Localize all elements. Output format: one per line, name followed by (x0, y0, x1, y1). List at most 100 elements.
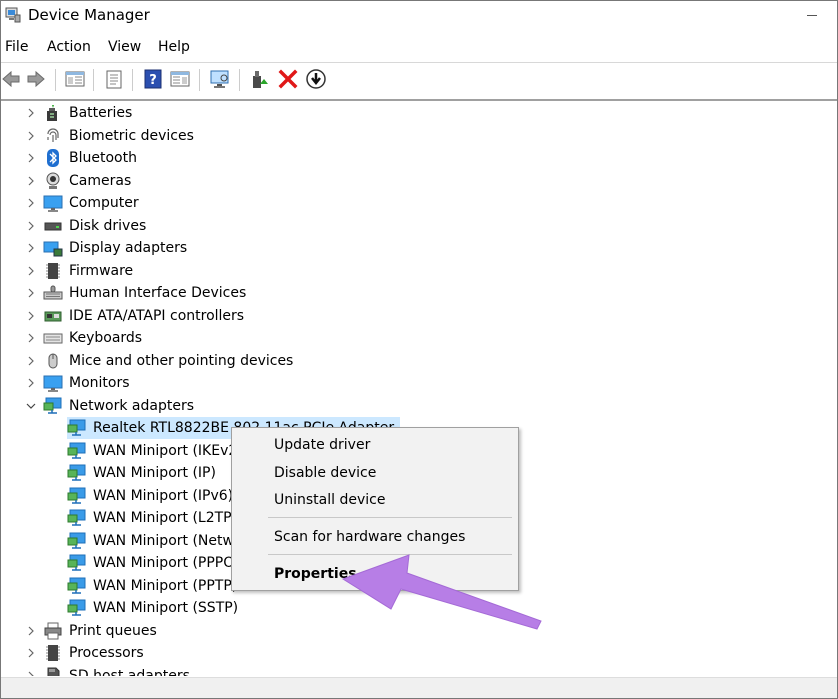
uninstall-icon[interactable] (277, 68, 299, 90)
chevron-right-icon[interactable] (25, 102, 37, 124)
chip-icon (43, 643, 63, 663)
toolbar-separator (55, 69, 56, 91)
toolbar-divider (1, 99, 837, 101)
tree-category-keyboards[interactable]: Keyboards (25, 327, 142, 349)
tree-item-label: WAN Miniport (SSTP) (93, 600, 239, 616)
tree-device-wan-miniport-ip[interactable]: WAN Miniport (IP) (67, 462, 216, 484)
horizontal-scrollbar[interactable] (1, 677, 837, 698)
window-title: Device Manager (28, 6, 150, 24)
context-update-driver[interactable]: Update driver (274, 437, 370, 453)
tree-category-print-queues[interactable]: Print queues (25, 620, 157, 642)
tree-device-wan-miniport-ikev2[interactable]: WAN Miniport (IKEv2) (67, 440, 243, 462)
tree-item-label: Batteries (69, 105, 133, 121)
network-icon (67, 508, 87, 528)
tree-device-wan-miniport-sstp[interactable]: WAN Miniport (SSTP) (67, 597, 238, 619)
chevron-right-icon[interactable] (25, 237, 37, 259)
tree-item-label: Computer (69, 195, 139, 211)
context-scan-hardware[interactable]: Scan for hardware changes (274, 529, 465, 545)
tree-category-computer[interactable]: Computer (25, 192, 139, 214)
network-icon (67, 486, 87, 506)
chevron-right-icon[interactable] (25, 372, 37, 394)
context-disable-device[interactable]: Disable device (274, 465, 376, 481)
chevron-right-icon[interactable] (25, 260, 37, 282)
help-icon[interactable]: ? (142, 68, 164, 90)
tree-item-label: WAN Miniport (PPTP) (93, 577, 238, 594)
svg-text:?: ? (149, 73, 157, 88)
network-icon (67, 531, 87, 551)
tree-item-label: WAN Miniport (IP) (93, 465, 216, 481)
toolbar-separator (239, 69, 240, 91)
tree-device-wan-miniport-ipv6[interactable]: WAN Miniport (IPv6) (67, 485, 233, 507)
tree-item-label: Mice and other pointing devices (69, 352, 294, 369)
menu-bar: File Action View Help (1, 37, 837, 61)
sd-icon (43, 666, 63, 676)
chevron-right-icon[interactable] (25, 147, 37, 169)
tree-device-wan-miniport-l2tp[interactable]: WAN Miniport (L2TP) (67, 507, 237, 529)
monitor-icon (43, 193, 63, 213)
tree-category-display-adapters[interactable]: Display adapters (25, 237, 187, 259)
chevron-right-icon[interactable] (25, 620, 37, 642)
tree-item-label: Cameras (69, 172, 132, 189)
menu-help[interactable]: Help (158, 39, 190, 55)
disable-device-icon[interactable] (305, 68, 327, 90)
forward-arrow-icon[interactable] (26, 68, 46, 90)
tree-category-disk-drives[interactable]: Disk drives (25, 215, 146, 237)
chevron-right-icon[interactable] (25, 215, 37, 237)
tree-category-sd-host-adapters[interactable]: SD host adapters (25, 665, 190, 676)
bluetooth-icon (43, 148, 63, 168)
tree-category-human-interface-devices[interactable]: Human Interface Devices (25, 282, 246, 304)
chevron-right-icon[interactable] (25, 192, 37, 214)
title-bar[interactable]: Device Manager (1, 1, 837, 31)
tree-category-mice-and-other-pointing-devices[interactable]: Mice and other pointing devices (25, 350, 293, 372)
update-driver-icon[interactable] (249, 68, 271, 90)
chevron-down-icon[interactable] (25, 395, 37, 417)
monitor-scan-icon[interactable] (208, 68, 232, 90)
network-icon (67, 441, 87, 461)
toolbar: ? (1, 62, 837, 95)
mouse-icon (43, 351, 63, 371)
chevron-right-icon[interactable] (25, 327, 37, 349)
chevron-right-icon[interactable] (25, 282, 37, 304)
minimize-button[interactable] (807, 15, 817, 16)
toolbar-separator (199, 69, 200, 91)
tree-category-ide-ata-atapi-controllers[interactable]: IDE ATA/ATAPI controllers (25, 305, 244, 327)
tree-item-label: Keyboards (69, 330, 143, 346)
menu-view[interactable]: View (108, 39, 141, 55)
menu-file[interactable]: File (5, 39, 28, 55)
tree-category-network-adapters[interactable]: Network adapters (25, 395, 194, 417)
chevron-right-icon[interactable] (25, 125, 37, 147)
tree-item-label: IDE ATA/ATAPI controllers (69, 307, 245, 324)
chevron-right-icon[interactable] (25, 305, 37, 327)
tree-item-label: Bluetooth (69, 150, 137, 166)
fingerprint-icon (43, 126, 63, 146)
console-tree-icon[interactable] (64, 68, 86, 90)
network-icon (67, 576, 87, 596)
tree-item-label: Monitors (69, 375, 130, 391)
tree-category-monitors[interactable]: Monitors (25, 372, 130, 394)
tree-category-batteries[interactable]: Batteries (25, 102, 132, 124)
tree-category-biometric-devices[interactable]: Biometric devices (25, 125, 194, 147)
network-icon (67, 598, 87, 618)
chevron-right-icon[interactable] (25, 350, 37, 372)
action-pane-icon[interactable] (169, 68, 191, 90)
tree-device-wan-miniport-pppoe[interactable]: WAN Miniport (PPPOE) (67, 552, 249, 574)
chevron-right-icon[interactable] (25, 642, 37, 664)
menu-action[interactable]: Action (47, 39, 91, 55)
tree-item-label: WAN Miniport (L2TP) (93, 510, 238, 526)
chevron-right-icon[interactable] (25, 665, 37, 676)
hid-icon (43, 283, 63, 303)
tree-item-label: Processors (69, 645, 144, 661)
tree-category-bluetooth[interactable]: Bluetooth (25, 147, 137, 169)
properties-sheet-icon[interactable] (103, 68, 125, 90)
tree-item-label: WAN Miniport (IPv6) (93, 487, 234, 504)
tree-category-firmware[interactable]: Firmware (25, 260, 133, 282)
tree-device-wan-miniport-pptp[interactable]: WAN Miniport (PPTP) (67, 575, 237, 597)
context-uninstall-device[interactable]: Uninstall device (274, 492, 385, 508)
tree-category-processors[interactable]: Processors (25, 642, 144, 664)
back-arrow-icon[interactable] (1, 68, 21, 90)
display-icon (43, 238, 63, 258)
tree-category-cameras[interactable]: Cameras (25, 170, 131, 192)
printer-icon (43, 621, 63, 641)
device-manager-icon (5, 6, 21, 24)
chevron-right-icon[interactable] (25, 170, 37, 192)
